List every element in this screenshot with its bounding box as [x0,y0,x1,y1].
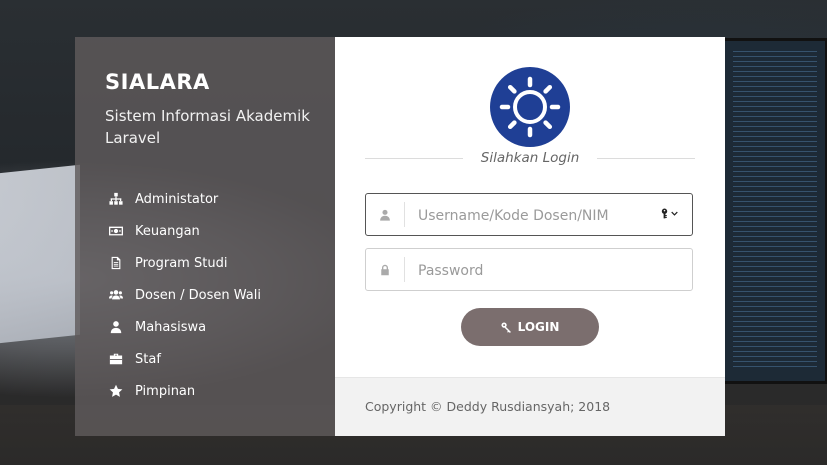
username-field[interactable] [365,193,693,237]
role-item-mahasiswa: Mahasiswa [108,311,261,343]
divider-line [365,157,463,159]
document-icon [108,255,124,271]
user-icon [108,319,124,335]
password-input[interactable] [416,249,650,292]
login-panel: Silahkan Login LOGIN Copyright © Deddy R… [335,37,725,436]
role-label: Pimpinan [135,383,196,399]
sun-logo-icon [490,67,570,147]
users-icon [108,287,124,303]
role-label: Mahasiswa [135,319,207,335]
role-item-staf: Staf [108,343,261,375]
app-subtitle: Sistem Informasi Akademik Laravel [105,107,310,147]
chevron-down-icon [671,211,678,216]
username-input[interactable] [416,194,650,237]
login-heading: Silahkan Login [480,150,580,166]
briefcase-icon [108,351,124,367]
info-panel: SIALARA Sistem Informasi Akademik Larave… [75,37,335,436]
user-icon [366,194,404,235]
background-monitor [722,38,827,384]
login-button-label: LOGIN [517,320,560,334]
login-button[interactable]: LOGIN [461,308,599,346]
background-laptop [0,164,80,346]
role-item-administator: Administator [108,183,261,215]
password-field[interactable] [365,248,693,292]
sitemap-icon [108,191,124,207]
role-item-pimpinan: Pimpinan [108,375,261,407]
role-label: Program Studi [135,255,228,271]
login-heading-divider: Silahkan Login [365,149,695,167]
role-item-dosen: Dosen / Dosen Wali [108,279,261,311]
lock-icon [366,249,404,290]
key-icon [501,321,511,333]
role-item-keuangan: Keuangan [108,215,261,247]
star-icon [108,383,124,399]
role-list: Administator Keuangan Program Studi Dose… [108,183,261,407]
role-label: Administator [135,191,219,207]
money-icon [108,223,124,239]
app-title: SIALARA [105,70,210,94]
role-item-program-studi: Program Studi [108,247,261,279]
role-label: Staf [135,351,161,367]
role-label: Dosen / Dosen Wali [135,287,261,303]
footer: Copyright © Deddy Rusdiansyah; 2018 [335,377,725,436]
copyright-text: Copyright © Deddy Rusdiansyah; 2018 [365,399,611,414]
password-manager-key-icon[interactable] [660,207,678,220]
divider-line [597,157,695,159]
role-label: Keuangan [135,223,200,239]
